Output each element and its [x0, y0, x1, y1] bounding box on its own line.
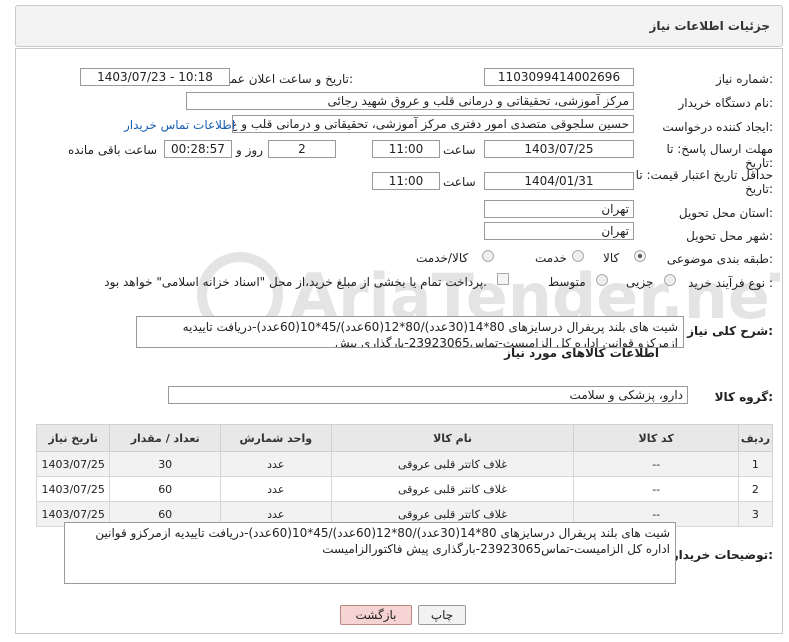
back-button[interactable]: بازگشت: [340, 605, 412, 625]
goods-table: تاریخ نیاز تعداد / مقدار واحد شمارش نام …: [35, 424, 774, 527]
remaining-label: ساعت باقی مانده: [68, 143, 158, 157]
validity-label: حداقل تاریخ اعتبار قیمت: تا: [635, 168, 773, 182]
buyer-notes-textarea[interactable]: شیت های بلند پریفرال درسایزهای 80*14(30ع…: [64, 522, 676, 584]
cell-name: غلاف کاتتر قلبی عروقی: [330, 476, 575, 502]
goods-section-title: اطلاعات کالاهای مورد نیاز: [504, 346, 659, 360]
category-label: طبقه بندی موضوعی:: [666, 252, 773, 266]
treasury-checkbox[interactable]: [497, 273, 509, 285]
category-radio-service[interactable]: [572, 250, 584, 262]
province-field: تهران: [484, 200, 634, 218]
category-radio-goods[interactable]: [634, 250, 646, 262]
validity-time-field: 11:00: [372, 172, 440, 190]
days-label: روز و: [236, 143, 263, 157]
need-number-field: 1103099414002696: [484, 68, 634, 86]
cell-unit: عدد: [219, 476, 332, 502]
cell-row: 1: [737, 451, 774, 477]
requester-field: حسین سلجوقی متصدی امور دفتری مرکز آموزشی…: [232, 115, 634, 133]
deadline-time-field: 11:00: [372, 140, 440, 158]
cell-unit: عدد: [219, 451, 332, 477]
need-number-label: شماره نیاز:: [715, 72, 773, 86]
cell-row: 2: [737, 476, 774, 502]
process-option-partial: جزیی: [626, 275, 654, 289]
deadline-date-field: 1403/07/25: [484, 140, 634, 158]
process-radio-partial[interactable]: [664, 274, 676, 286]
col-row: ردیف: [737, 424, 774, 452]
buyer-notes-label: توضیحات خریدار:: [671, 548, 773, 562]
process-option-medium: متوسط: [548, 275, 586, 289]
table-row: 1403/07/25 30 عدد غلاف کاتتر قلبی عروقی …: [35, 451, 774, 477]
remaining-time-field: 00:28:57: [164, 140, 232, 158]
process-label: نوع فرآیند خرید :: [688, 276, 773, 290]
cell-date: 1403/07/25: [35, 476, 111, 502]
deadline-label: مهلت ارسال پاسخ: تا: [666, 142, 773, 156]
cell-qty: 60: [109, 476, 221, 502]
goods-group-field: دارو، پزشکی و سلامت: [168, 386, 688, 404]
validity-time-label: ساعت: [443, 175, 476, 189]
summary-label: شرح کلی نیاز:: [687, 324, 773, 338]
col-code: کد کالا: [573, 424, 739, 452]
col-name: نام کالا: [330, 424, 575, 452]
cell-code: --: [573, 451, 739, 477]
city-field: تهران: [484, 222, 634, 240]
category-radio-goods-service[interactable]: [482, 250, 494, 262]
cell-name: غلاف کاتتر قلبی عروقی: [330, 451, 575, 477]
cell-code: --: [573, 476, 739, 502]
buyer-org-field: مرکز آموزشی، تحقیقاتی و درمانی قلب و عرو…: [186, 92, 634, 110]
requester-label: ایجاد کننده درخواست:: [662, 120, 773, 134]
print-button[interactable]: چاپ: [418, 605, 466, 625]
buyer-org-label: نام دستگاه خریدار:: [678, 96, 774, 110]
payment-note: پرداخت تمام یا بخشی از مبلغ خرید،از محل …: [104, 275, 487, 289]
col-unit: واحد شمارش: [219, 424, 332, 452]
deadline-time-label: ساعت: [443, 143, 476, 157]
province-label: استان محل تحویل:: [678, 206, 773, 220]
col-qty: تعداد / مقدار: [109, 424, 221, 452]
goods-group-label: گروه کالا:: [714, 390, 773, 404]
buyer-contact-link[interactable]: اطلاعات تماس خریدار: [124, 118, 235, 132]
header-panel: جزئیات اطلاعات نیاز: [15, 5, 783, 47]
validity-label-date: تاریخ:: [745, 182, 773, 196]
validity-date-field: 1404/01/31: [484, 172, 634, 190]
page-title: جزئیات اطلاعات نیاز: [649, 19, 770, 33]
announce-field: 1403/07/23 - 10:18: [80, 68, 230, 86]
city-label: شهر محل تحویل:: [686, 229, 773, 243]
category-option-goods-service: کالا/خدمت: [416, 251, 469, 265]
table-row: 1403/07/25 60 عدد غلاف کاتتر قلبی عروقی …: [35, 476, 774, 502]
category-option-service: خدمت: [535, 251, 567, 265]
cell-qty: 30: [109, 451, 221, 477]
cell-date: 1403/07/25: [35, 451, 111, 477]
category-option-goods: کالا: [603, 251, 620, 265]
summary-textarea[interactable]: شیت های بلند پریفرال درسایزهای 80*14(30ع…: [136, 316, 684, 348]
col-date: تاریخ نیاز: [35, 424, 111, 452]
cell-row: 3: [737, 501, 774, 527]
days-field: 2: [268, 140, 336, 158]
process-radio-medium[interactable]: [596, 274, 608, 286]
